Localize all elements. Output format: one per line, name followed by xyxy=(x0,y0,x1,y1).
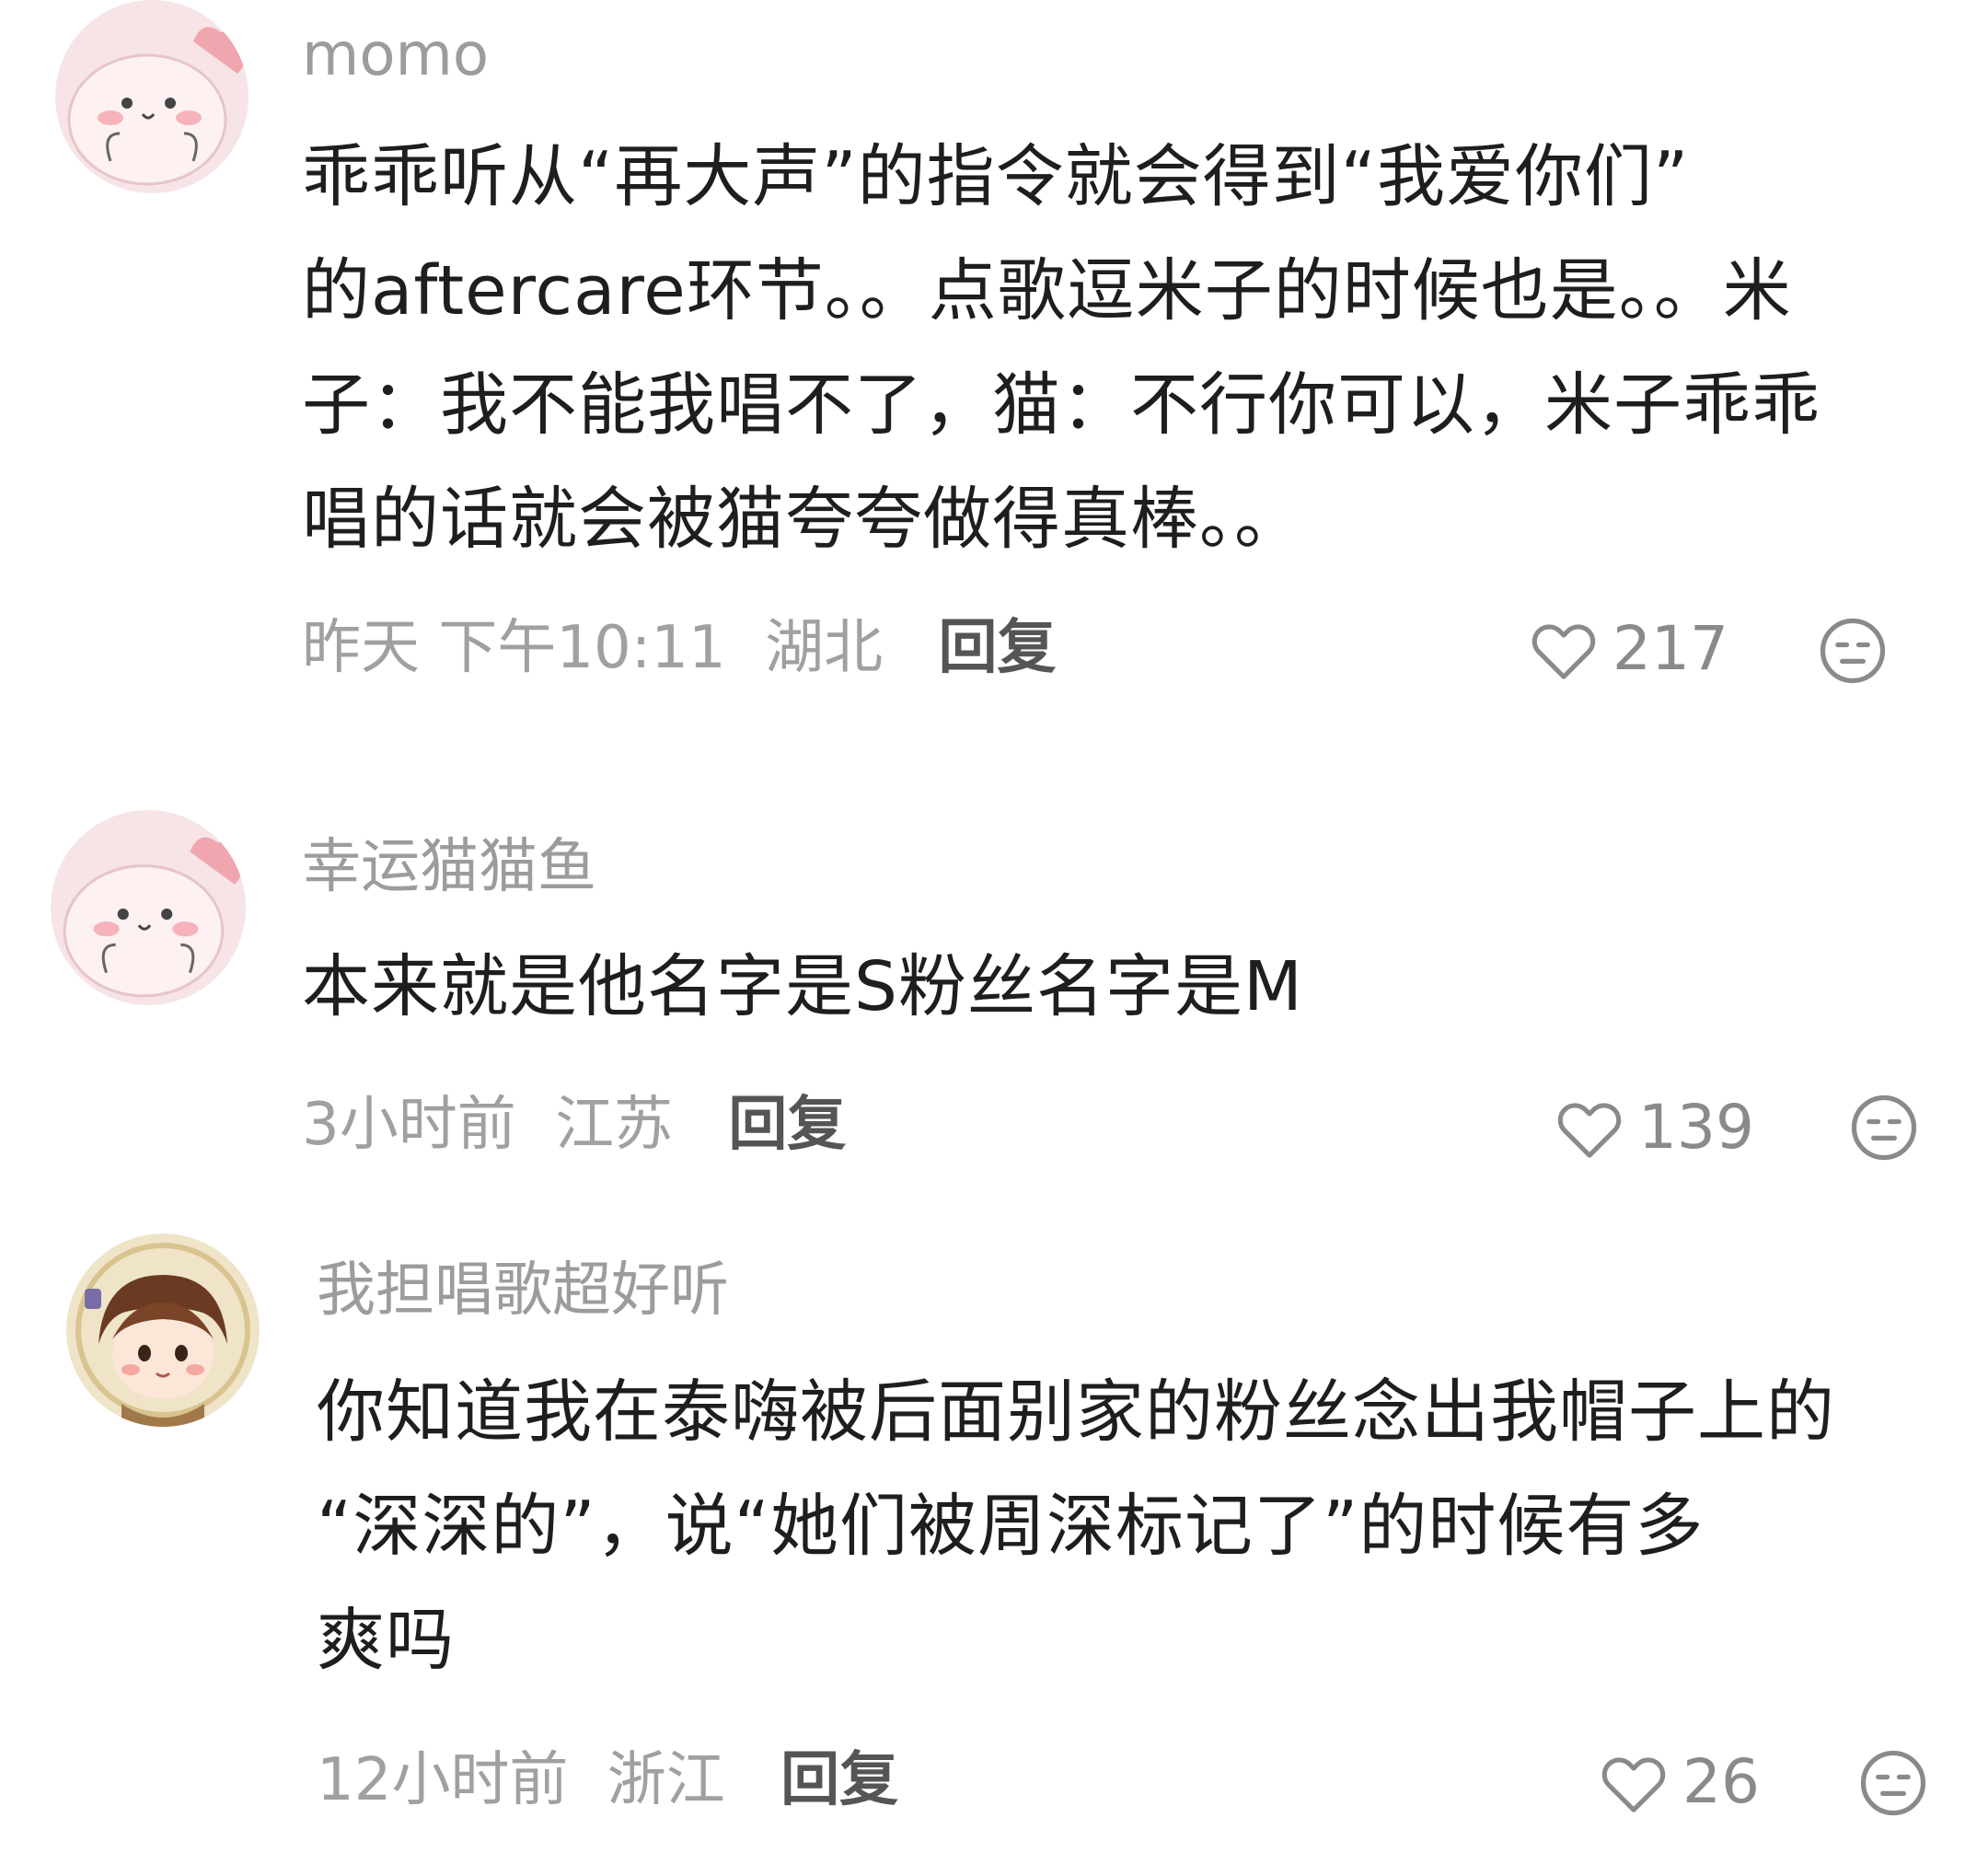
comment-meta: 昨天 下午10:11 湖北 回复 xyxy=(302,619,1056,677)
dislike-button[interactable] xyxy=(1857,1747,1929,1819)
username[interactable]: momo xyxy=(302,26,489,85)
user-avatar[interactable] xyxy=(51,810,246,1005)
user-avatar[interactable] xyxy=(66,1233,260,1427)
reply-button[interactable]: 回复 xyxy=(728,1091,846,1159)
comment-item: 幸运猫猫鱼 本来就是他名字是S粉丝名字是M 3小时前 江苏 回复 139 xyxy=(0,810,1988,1197)
username[interactable]: 幸运猫猫鱼 xyxy=(302,838,596,897)
like-count: 217 xyxy=(1612,613,1728,684)
comment-line: 爽吗 xyxy=(317,1601,455,1680)
comment-location: 湖北 xyxy=(765,614,884,682)
comment-line: 本来就是他名字是S粉丝名字是M xyxy=(302,947,1303,1026)
pink-cartoon-avatar-icon xyxy=(55,0,248,193)
comment-location: 浙江 xyxy=(607,1746,725,1814)
comment-line: 的aftercare环节。。点歌逗米子的时候也是。。米 xyxy=(302,251,1792,330)
meh-face-icon xyxy=(1860,1750,1926,1816)
heart-icon xyxy=(1531,624,1596,679)
comment-meta: 12小时前 浙江 回复 xyxy=(317,1751,898,1810)
meh-face-icon xyxy=(1851,1094,1917,1161)
like-button[interactable]: 26 xyxy=(1598,1745,1760,1819)
like-count: 26 xyxy=(1682,1746,1760,1817)
anime-boy-avatar-icon xyxy=(66,1233,260,1427)
comment-location: 江苏 xyxy=(555,1091,674,1159)
comment-text: 本来就是他名字是S粉丝名字是M xyxy=(302,930,1303,1044)
comment-line: “深深的”，说“她们被周深标记了”的时候有多 xyxy=(317,1487,1705,1566)
comment-line: 子：我不能我唱不了，猫：不行你可以，米子乖乖 xyxy=(302,365,1820,445)
comment-text: 你知道我在泰嗨被后面别家的粉丝念出我帽子上的 “深深的”，说“她们被周深标记了”… xyxy=(317,1355,1835,1697)
reply-button[interactable]: 回复 xyxy=(780,1746,898,1814)
comment-line: 乖乖听从“再大声”的指令就会得到“我爱你们” xyxy=(302,137,1690,216)
like-button[interactable]: 139 xyxy=(1554,1091,1754,1164)
heart-icon xyxy=(1557,1103,1622,1158)
dislike-button[interactable] xyxy=(1848,1092,1920,1164)
like-button[interactable]: 217 xyxy=(1528,612,1728,686)
pink-cartoon-avatar-icon xyxy=(51,810,246,1005)
comment-text: 乖乖听从“再大声”的指令就会得到“我爱你们” 的aftercare环节。。点歌逗… xyxy=(302,120,1820,576)
comment-line: 你知道我在泰嗨被后面别家的粉丝念出我帽子上的 xyxy=(317,1372,1835,1452)
comment-item: 我担唱歌超好听 你知道我在泰嗨被后面别家的粉丝念出我帽子上的 “深深的”，说“她… xyxy=(0,1233,1988,1876)
username[interactable]: 我担唱歌超好听 xyxy=(317,1261,729,1320)
comment-meta: 3小时前 江苏 回复 xyxy=(302,1095,846,1154)
comment-time: 3小时前 xyxy=(302,1091,516,1159)
like-count: 139 xyxy=(1638,1092,1754,1163)
comment-item: momo 乖乖听从“再大声”的指令就会得到“我爱你们” 的aftercare环节… xyxy=(0,0,1988,736)
comment-time: 12小时前 xyxy=(317,1746,569,1814)
reply-button[interactable]: 回复 xyxy=(938,614,1056,682)
dislike-button[interactable] xyxy=(1817,615,1889,687)
meh-face-icon xyxy=(1820,618,1886,684)
heart-icon xyxy=(1601,1757,1666,1812)
comment-line: 唱的话就会被猫夸夸做得真棒。。 xyxy=(302,480,1303,559)
comment-time: 昨天 下午10:11 xyxy=(302,614,726,682)
user-avatar[interactable] xyxy=(55,0,248,193)
